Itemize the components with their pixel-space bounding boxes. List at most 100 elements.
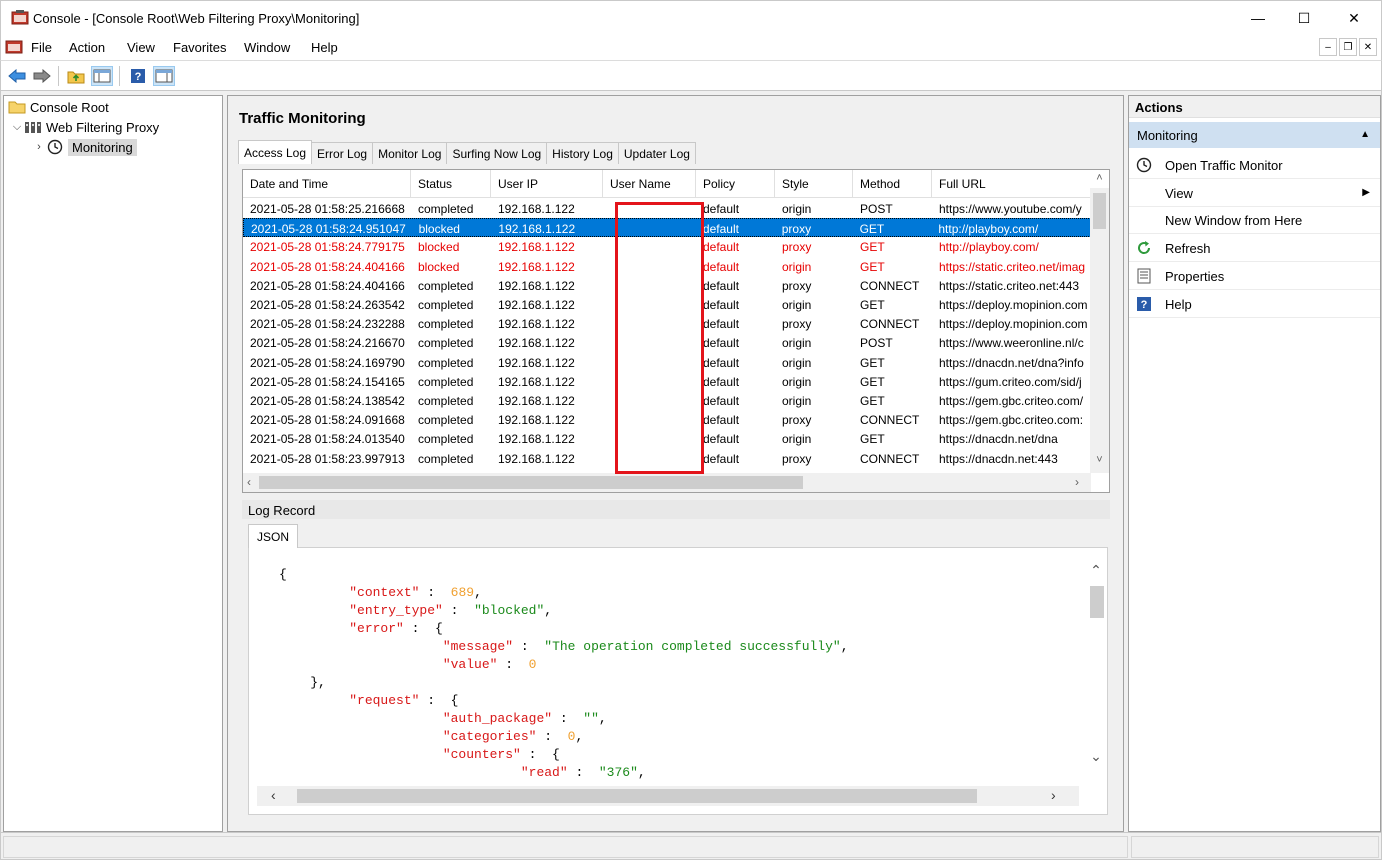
cell-date-time: 2021-05-28 01:58:24.138542 bbox=[250, 394, 405, 408]
table-row[interactable]: 2021-05-28 01:58:24.404166 blocked 192.168… bbox=[243, 257, 1091, 276]
scroll-down-arrow-icon[interactable]: ˅ bbox=[1090, 454, 1109, 466]
scroll-thumb[interactable] bbox=[1090, 586, 1104, 618]
menu-file[interactable]: File bbox=[31, 40, 52, 55]
scroll-thumb[interactable] bbox=[1093, 193, 1106, 229]
json-token: : bbox=[536, 729, 568, 744]
help-toolbar-button[interactable]: ? bbox=[127, 66, 149, 86]
table-row[interactable]: 2021-05-28 01:58:24.263542 completed 192.1… bbox=[243, 295, 1091, 314]
scroll-down-arrow-icon[interactable]: ⌄ bbox=[1085, 748, 1107, 765]
tree-item-console-root[interactable]: Console Root bbox=[8, 97, 109, 117]
cell-full-url: https://gum.criteo.com/sid/j bbox=[939, 374, 1082, 389]
scroll-up-arrow-icon[interactable]: ˄ bbox=[1090, 172, 1109, 184]
cell-date-time: 2021-05-28 01:58:23.997913 bbox=[250, 451, 405, 466]
actions-section-monitoring[interactable]: Monitoring ▲ bbox=[1129, 122, 1380, 148]
table-row[interactable]: 2021-05-28 01:58:24.951047 blocked 192.168… bbox=[243, 218, 1091, 238]
grid-horizontal-scrollbar[interactable]: ‹ › bbox=[243, 473, 1091, 492]
table-row[interactable]: 2021-05-28 01:58:24.013540 completed 192.1… bbox=[243, 429, 1091, 448]
cell-policy: default bbox=[703, 394, 740, 408]
column-header-date-time[interactable]: Date and Time bbox=[243, 170, 411, 198]
menu-help[interactable]: Help bbox=[311, 40, 338, 55]
show-hide-tree-button[interactable] bbox=[91, 66, 113, 86]
scroll-right-arrow-icon[interactable]: › bbox=[1075, 475, 1079, 489]
menu-bar: File Action View Favorites Window Help –… bbox=[0, 36, 1382, 60]
action-label: Help bbox=[1165, 296, 1192, 312]
tab-updater-log[interactable]: Updater Log bbox=[617, 142, 696, 164]
table-row[interactable]: 2021-05-28 01:58:24.404166 completed 192.1… bbox=[243, 276, 1091, 295]
scroll-right-arrow-icon[interactable]: › bbox=[1051, 787, 1056, 803]
scroll-left-arrow-icon[interactable]: ‹ bbox=[247, 475, 251, 489]
table-row[interactable]: 2021-05-28 01:58:24.216670 completed 192.1… bbox=[243, 333, 1091, 352]
minimize-button[interactable]: — bbox=[1235, 1, 1281, 35]
table-row[interactable]: 2021-05-28 01:58:24.169790 completed 192.1… bbox=[243, 353, 1091, 372]
tab-json[interactable]: JSON bbox=[248, 524, 299, 548]
table-row[interactable]: 2021-05-28 01:58:24.154165 completed 192.1… bbox=[243, 372, 1091, 391]
menu-window[interactable]: Window bbox=[244, 40, 290, 55]
column-header-policy[interactable]: Policy bbox=[696, 170, 775, 198]
mdi-restore-icon[interactable]: ❐ bbox=[1339, 38, 1357, 56]
collapse-caret-icon[interactable]: ▲ bbox=[1360, 129, 1370, 140]
tab-access-log[interactable]: Access Log bbox=[238, 140, 313, 164]
show-hide-action-pane-button[interactable] bbox=[153, 66, 175, 86]
column-header-full-url[interactable]: Full URL bbox=[932, 170, 1091, 198]
scroll-left-arrow-icon[interactable]: ‹ bbox=[271, 787, 276, 803]
scroll-up-arrow-icon[interactable]: ⌃ bbox=[1085, 562, 1107, 579]
maximize-button[interactable]: ☐ bbox=[1281, 1, 1327, 35]
clock-icon bbox=[1135, 156, 1153, 174]
tab-error-log[interactable]: Error Log bbox=[311, 142, 374, 164]
forward-button[interactable] bbox=[31, 66, 53, 86]
grid-vertical-scrollbar[interactable]: ˄ ˅ bbox=[1090, 172, 1109, 473]
column-header-style[interactable]: Style bbox=[775, 170, 853, 198]
scroll-thumb[interactable] bbox=[297, 789, 977, 803]
scroll-thumb[interactable] bbox=[259, 476, 803, 489]
json-token: "categories" bbox=[442, 729, 537, 744]
menu-favorites[interactable]: Favorites bbox=[173, 40, 226, 55]
action-help[interactable]: ? Help bbox=[1129, 291, 1380, 318]
cell-style: origin bbox=[782, 355, 812, 370]
tab-monitor-log[interactable]: Monitor Log bbox=[372, 142, 448, 164]
action-new-window-from-here[interactable]: New Window from Here bbox=[1129, 207, 1380, 234]
cell-status: completed bbox=[418, 374, 474, 389]
column-header-user-name[interactable]: User Name bbox=[603, 170, 696, 198]
table-header: Date and Time Status User IP User Name P… bbox=[243, 170, 1091, 198]
table-row[interactable]: 2021-05-28 01:58:24.232288 completed 192.1… bbox=[243, 314, 1091, 333]
close-button[interactable]: ✕ bbox=[1331, 1, 1377, 35]
table-row[interactable]: 2021-05-28 01:58:25.216668 completed 192.1… bbox=[243, 199, 1091, 218]
mdi-close-icon[interactable]: ✕ bbox=[1359, 38, 1377, 56]
menu-view[interactable]: View bbox=[127, 40, 155, 55]
folder-icon bbox=[8, 101, 26, 114]
tab-history-log[interactable]: History Log bbox=[546, 142, 619, 164]
action-view[interactable]: View ▶ bbox=[1129, 180, 1380, 207]
mdi-minimize-icon[interactable]: – bbox=[1319, 38, 1337, 56]
up-level-button[interactable] bbox=[65, 66, 87, 86]
table-row[interactable]: 2021-05-28 01:58:24.138542 completed 192.1… bbox=[243, 391, 1091, 410]
json-line: "categories" : 0, bbox=[279, 728, 849, 746]
collapsed-chevron-icon[interactable]: › bbox=[32, 141, 46, 153]
column-header-status[interactable]: Status bbox=[411, 170, 491, 198]
column-header-user-ip[interactable]: User IP bbox=[491, 170, 603, 198]
log-table: Date and Time Status User IP User Name P… bbox=[243, 170, 1091, 473]
back-arrow-icon bbox=[8, 69, 26, 83]
table-row[interactable]: 2021-05-28 01:58:24.779175 blocked 192.168… bbox=[243, 237, 1091, 256]
json-line: "request" : { bbox=[279, 692, 849, 710]
action-properties[interactable]: Properties bbox=[1129, 263, 1380, 290]
expand-chevron-icon[interactable]: ⌵ bbox=[10, 121, 24, 134]
json-horizontal-scrollbar[interactable]: ‹ › bbox=[257, 786, 1079, 806]
cell-date-time: 2021-05-28 01:58:25.216668 bbox=[250, 202, 405, 216]
tree-item-monitoring[interactable]: › Monitoring bbox=[32, 137, 137, 157]
cell-user-name bbox=[603, 333, 696, 352]
json-vertical-scrollbar[interactable]: ⌃ ⌄ bbox=[1085, 548, 1107, 786]
log-tabs: Access Log Error Log Monitor Log Surfing… bbox=[238, 140, 696, 164]
action-open-traffic-monitor[interactable]: Open Traffic Monitor bbox=[1129, 152, 1380, 179]
table-row[interactable]: 2021-05-28 01:58:23.997913 completed 192.1… bbox=[243, 449, 1091, 468]
table-row[interactable]: 2021-05-28 01:58:24.091668 completed 192.1… bbox=[243, 410, 1091, 429]
tree-item-web-filtering-proxy[interactable]: ⌵ Web Filtering Proxy bbox=[10, 117, 159, 137]
console-doc-icon[interactable] bbox=[5, 39, 23, 55]
action-refresh[interactable]: Refresh bbox=[1129, 235, 1380, 262]
column-header-method[interactable]: Method bbox=[853, 170, 932, 198]
tab-surfing-now-log[interactable]: Surfing Now Log bbox=[446, 142, 548, 164]
json-token: "message" bbox=[442, 639, 514, 654]
cell-user-name bbox=[603, 257, 696, 276]
back-button[interactable] bbox=[6, 66, 28, 86]
cell-user-ip: 192.168.1.122 bbox=[498, 394, 575, 408]
menu-action[interactable]: Action bbox=[69, 40, 105, 55]
